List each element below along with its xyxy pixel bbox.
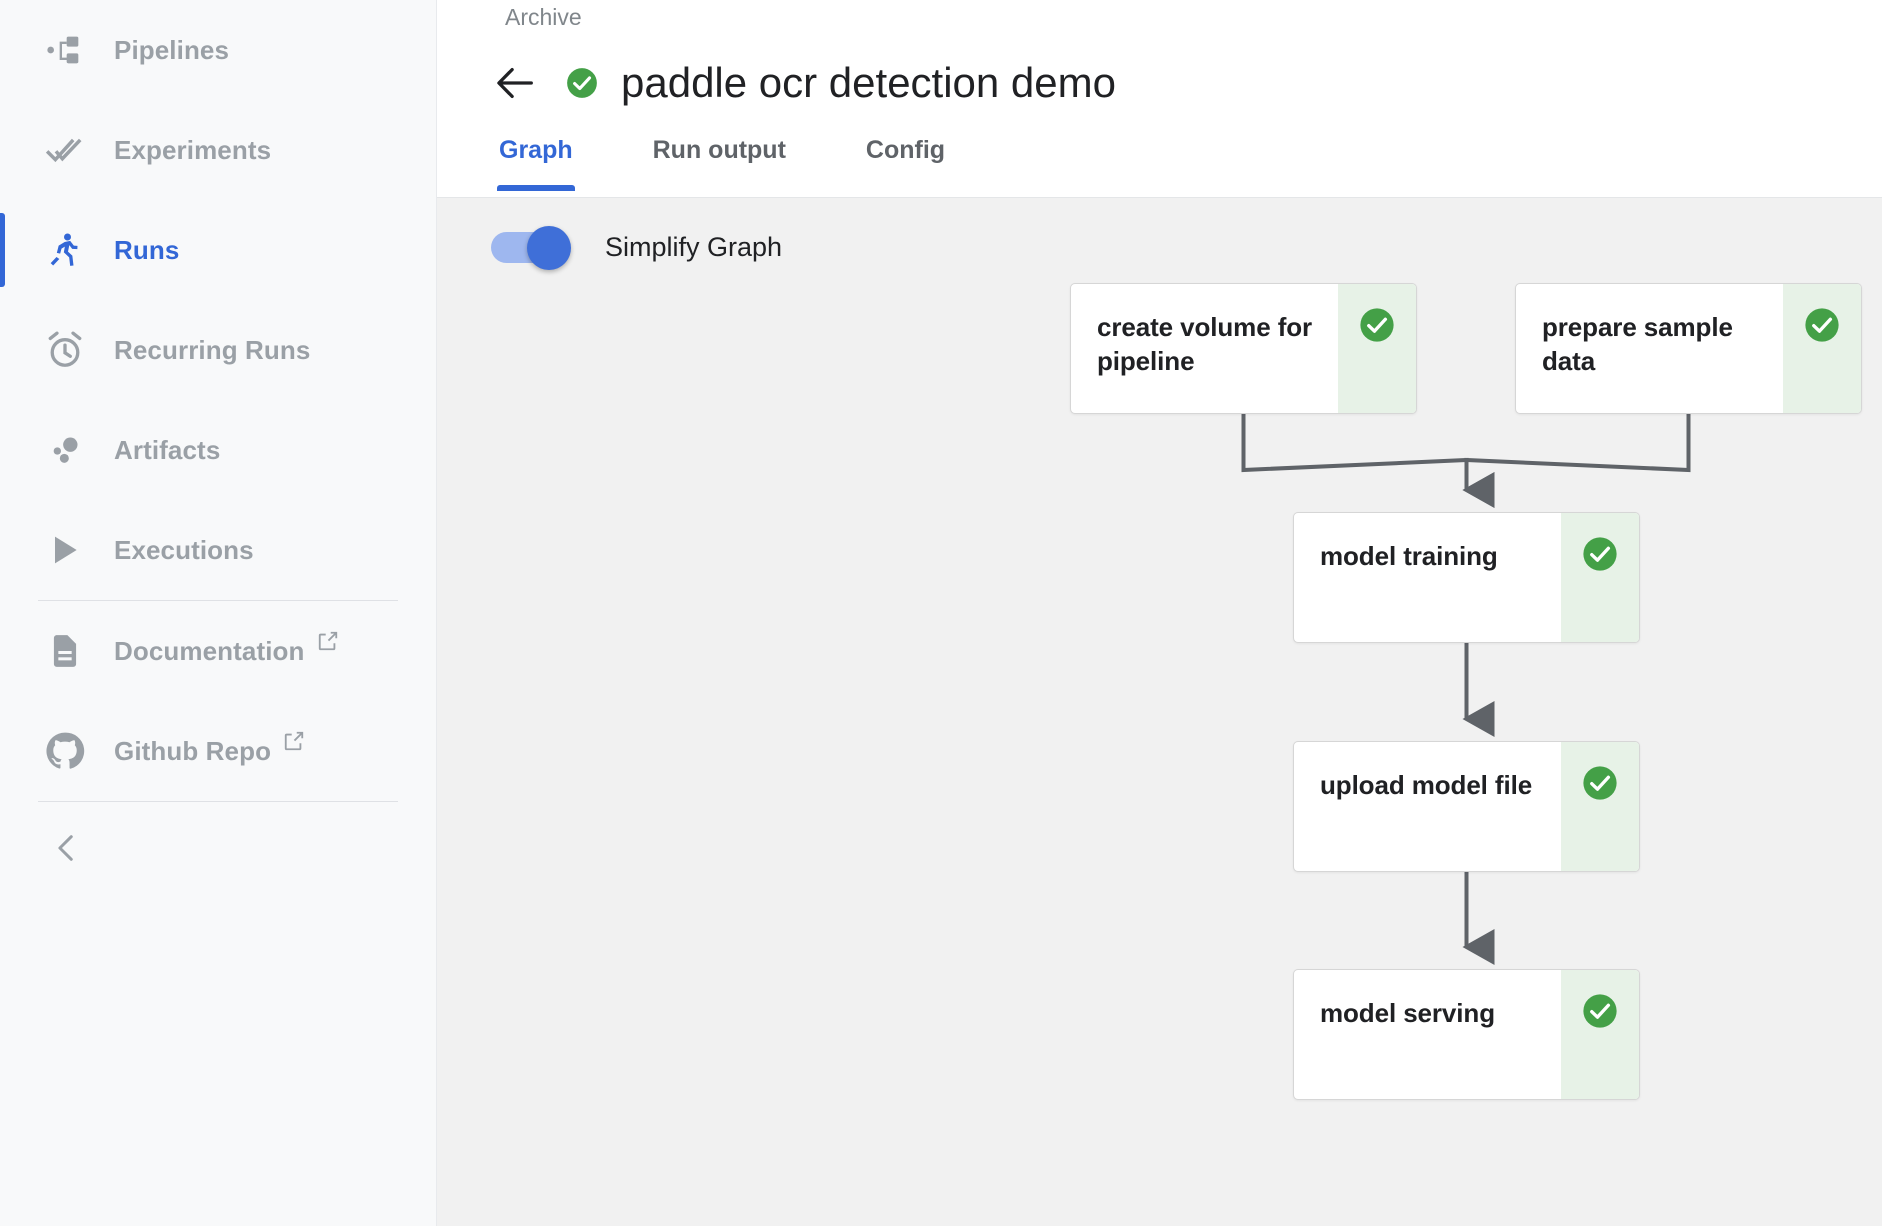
alarm-clock-icon — [42, 327, 88, 373]
sidebar-item-label: Pipelines — [114, 34, 230, 65]
sidebar-link-text: Github Repo — [114, 735, 272, 766]
sidebar-link-label: Github Repo — [114, 731, 305, 767]
tab-bar: Graph Run output Config — [437, 128, 1882, 198]
graph-node-label: create volume for pipeline — [1097, 312, 1313, 377]
graph-node-create-volume[interactable]: create volume for pipeline — [1070, 283, 1417, 414]
main-content: Archive paddle ocr detection demo Graph … — [437, 0, 1882, 1226]
pipelines-icon — [42, 27, 88, 73]
sidebar-collapse-button[interactable] — [0, 802, 436, 898]
pipeline-graph[interactable]: create volume for pipeline prepare sample… — [437, 198, 1882, 1226]
sidebar-link-documentation[interactable]: Documentation — [0, 601, 436, 701]
graph-node-label: model training — [1320, 541, 1498, 571]
graph-edge-create-volume-to-model-training — [1241, 414, 1495, 508]
chevron-left-icon — [50, 831, 84, 870]
sidebar-link-label: Documentation — [114, 631, 339, 667]
external-link-icon — [317, 628, 339, 659]
sidebar-item-label: Recurring Runs — [114, 334, 311, 365]
tab-graph[interactable]: Graph — [497, 128, 575, 191]
page-header: Archive paddle ocr detection demo — [437, 0, 1882, 128]
tab-config[interactable]: Config — [866, 128, 945, 165]
graph-node-label: upload model file — [1320, 770, 1533, 800]
title-row: paddle ocr detection demo — [437, 42, 1116, 124]
sidebar-item-label: Runs — [114, 234, 180, 265]
play-triangle-icon — [42, 527, 88, 573]
check-circle-icon — [1338, 284, 1416, 413]
graph-node-prepare-sample-data[interactable]: prepare sample data — [1515, 283, 1862, 414]
simplify-graph-control: Simplify Graph — [491, 226, 783, 270]
page-title: paddle ocr detection demo — [621, 59, 1116, 106]
sidebar-link-github-repo[interactable]: Github Repo — [0, 701, 436, 801]
sidebar-item-label: Experiments — [114, 134, 272, 165]
sidebar-item-executions[interactable]: Executions — [0, 500, 436, 600]
sidebar-item-label: Executions — [114, 534, 254, 565]
sidebar-item-runs[interactable]: Runs — [0, 200, 436, 300]
document-icon — [42, 628, 88, 674]
graph-node-model-training[interactable]: model training — [1293, 512, 1640, 643]
graph-node-label: model serving — [1320, 998, 1495, 1028]
sidebar-item-label: Artifacts — [114, 434, 221, 465]
simplify-graph-label: Simplify Graph — [605, 231, 783, 262]
check-circle-icon — [1561, 970, 1639, 1099]
sidebar-item-experiments[interactable]: Experiments — [0, 100, 436, 200]
graph-node-model-serving[interactable]: model serving — [1293, 969, 1640, 1100]
graph-pane: Simplify Graph create volume for pipelin… — [437, 198, 1882, 1226]
graph-node-upload-model-file[interactable]: upload model file — [1293, 741, 1640, 872]
runs-icon — [42, 227, 88, 273]
graph-node-label: prepare sample data — [1542, 312, 1733, 377]
sidebar-item-recurring-runs[interactable]: Recurring Runs — [0, 300, 436, 400]
sidebar-item-artifacts[interactable]: Artifacts — [0, 400, 436, 500]
github-icon — [42, 728, 88, 774]
toggle-thumb — [527, 226, 571, 270]
experiments-icon — [42, 127, 88, 173]
artifacts-bubbles-icon — [42, 427, 88, 473]
sidebar-item-pipelines[interactable]: Pipelines — [0, 0, 436, 100]
simplify-graph-toggle[interactable] — [491, 226, 573, 270]
check-circle-icon — [565, 66, 599, 100]
tab-run-output[interactable]: Run output — [653, 128, 786, 165]
check-circle-icon — [1783, 284, 1861, 413]
breadcrumb[interactable]: Archive — [505, 0, 582, 34]
sidebar-link-text: Documentation — [114, 635, 305, 666]
check-circle-icon — [1561, 742, 1639, 871]
graph-edge-prepare-sample-data-to-model-training — [1462, 414, 1691, 508]
sidebar: Pipelines Experiments Runs Recurring Run… — [0, 0, 437, 1226]
external-link-icon — [283, 728, 305, 759]
arrow-left-icon[interactable] — [489, 57, 541, 109]
check-circle-icon — [1561, 513, 1639, 642]
